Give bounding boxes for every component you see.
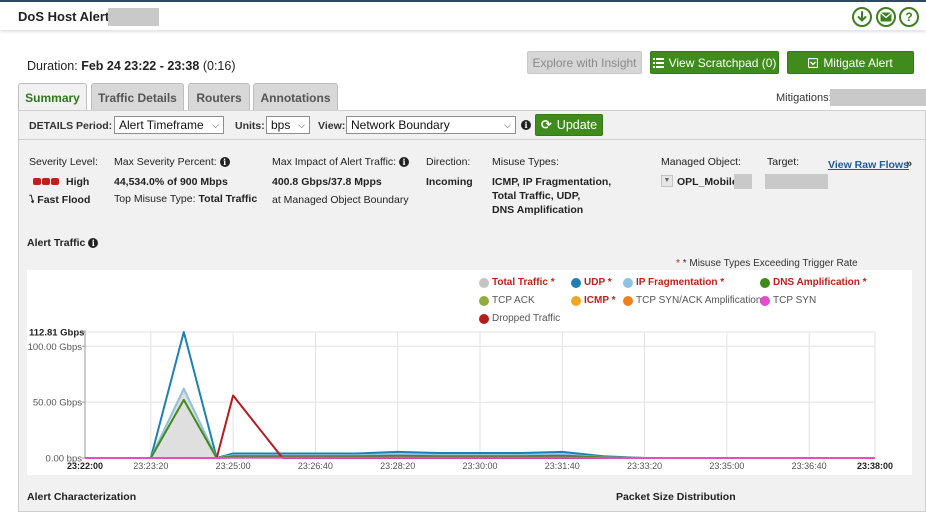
tab-summary[interactable]: Summary xyxy=(18,83,87,112)
view-raw-flows-link[interactable]: View Raw Flows xyxy=(828,159,909,171)
y-tick-label: 112.81 Gbps xyxy=(29,328,84,339)
units-label: Units: xyxy=(235,120,265,132)
y-tick-label: 100.00 Gbps xyxy=(28,342,83,353)
misuse-types-line: DNS Amplification xyxy=(492,204,584,216)
redacted-target xyxy=(765,174,828,189)
x-tick-label: 23:38:00 xyxy=(857,461,893,471)
target-label: Target: xyxy=(767,156,800,168)
trigger-note: * * Misuse Types Exceeding Trigger Rate xyxy=(676,258,858,269)
mitigate-alert-button[interactable]: Mitigate Alert xyxy=(787,51,914,74)
alert-duration: Duration: Feb 24 23:22 - 23:38 (0:16) xyxy=(27,59,236,73)
refresh-icon: ⟳ xyxy=(540,117,552,132)
list-icon xyxy=(652,57,664,68)
alert-traffic-title: Alert Traffic i xyxy=(27,237,99,249)
explore-insight-button[interactable]: Explore with Insight xyxy=(527,51,642,74)
misuse-types-label: Misuse Types: xyxy=(492,156,559,168)
chevron-down-icon: ⌵ xyxy=(298,119,305,130)
x-tick-label: 23:23:20 xyxy=(133,461,168,471)
x-tick-label: 23:22:00 xyxy=(67,461,103,471)
period-label: Period: xyxy=(76,120,113,132)
chart-plot: 0.00 bps50.00 Gbps100.00 Gbps112.81 Gbps… xyxy=(28,328,893,472)
severity-value: High xyxy=(33,176,89,188)
max-impact-value: 400.8 Gbps/37.8 Mpps xyxy=(272,176,382,188)
info-icon[interactable]: i xyxy=(399,157,410,168)
packet-size-title: Packet Size Distribution xyxy=(616,491,736,503)
tab-routers[interactable]: Routers xyxy=(188,83,250,111)
redacted-mitigations xyxy=(830,89,926,106)
severity-label: Severity Level: xyxy=(29,156,98,168)
mitigate-icon xyxy=(808,57,819,68)
download-button[interactable] xyxy=(852,7,872,27)
info-icon[interactable]: i xyxy=(521,120,531,130)
view-label: View: xyxy=(318,120,346,132)
managed-object-value[interactable]: OPL_Mobile xyxy=(677,176,738,188)
update-button[interactable]: ⟳ Update xyxy=(535,114,603,136)
max-severity-label: Max Severity Percent: i xyxy=(114,156,230,168)
y-tick-label: 50.00 Gbps xyxy=(33,398,82,409)
misuse-types-line: ICMP, IP Fragmentation, xyxy=(492,176,612,188)
tab-annotations[interactable]: Annotations xyxy=(253,83,338,111)
x-tick-label: 23:35:00 xyxy=(709,461,744,471)
x-tick-label: 23:25:00 xyxy=(216,461,251,471)
period-select[interactable]: Alert Timeframe ⌵ xyxy=(114,116,224,134)
x-tick-label: 23:30:00 xyxy=(462,461,497,471)
max-impact-label: Max Impact of Alert Traffic: i xyxy=(272,156,410,168)
alert-traffic-chart: Total Traffic * UDP * IP Fragmentation *… xyxy=(27,270,912,475)
x-tick-label: 23:26:40 xyxy=(298,461,333,471)
x-tick-label: 23:31:40 xyxy=(545,461,580,471)
redacted-managed-object xyxy=(734,174,752,189)
max-severity-value: 44,534.0% of 900 Mbps xyxy=(114,176,228,188)
help-button[interactable]: ? xyxy=(899,7,919,27)
direction-label: Direction: xyxy=(426,156,471,168)
view-scratchpad-button[interactable]: View Scratchpad (0) xyxy=(650,51,779,74)
page-title: DoS Host Alert xyxy=(18,9,110,24)
view-select[interactable]: Network Boundary ⌵ xyxy=(346,116,516,134)
max-impact-note: at Managed Object Boundary xyxy=(272,194,409,206)
x-tick-label: 23:36:40 xyxy=(792,461,827,471)
view-raw-flows-arrow: » xyxy=(906,158,913,170)
misuse-types-line: Total Traffic, UDP, xyxy=(492,190,581,202)
mitigations-label: Mitigations: xyxy=(776,92,832,104)
mail-icon xyxy=(880,12,892,22)
units-select[interactable]: bps ⌵ xyxy=(266,116,310,134)
fast-flood-label: ⭝ Fast Flood xyxy=(29,194,91,206)
severity-icon xyxy=(33,178,41,185)
bolt-icon: ⭝ xyxy=(29,194,35,206)
chevron-down-icon: ⌵ xyxy=(504,119,511,130)
top-misuse-type: Top Misuse Type: Total Traffic xyxy=(114,193,258,205)
tab-traffic-details[interactable]: Traffic Details xyxy=(91,83,184,111)
info-icon[interactable]: i xyxy=(219,157,230,168)
alert-characterization-title: Alert Characterization xyxy=(27,491,137,503)
email-button[interactable] xyxy=(876,7,896,27)
x-tick-label: 23:33:20 xyxy=(627,461,662,471)
direction-value: Incoming xyxy=(426,176,473,188)
info-icon[interactable]: i xyxy=(88,238,99,249)
managed-object-label: Managed Object: xyxy=(661,156,741,168)
download-icon xyxy=(857,11,867,22)
help-icon: ? xyxy=(905,10,913,24)
details-label: DETAILS xyxy=(29,120,74,132)
x-tick-label: 23:28:20 xyxy=(380,461,415,471)
chevron-down-icon: ⌵ xyxy=(212,119,219,130)
expand-icon[interactable]: ▼ xyxy=(661,175,673,187)
filter-bar: DETAILS Period: Alert Timeframe ⌵ Units: … xyxy=(19,111,925,140)
redacted-alert-id xyxy=(108,8,159,26)
top-bar: DoS Host Alert ? xyxy=(0,0,926,30)
